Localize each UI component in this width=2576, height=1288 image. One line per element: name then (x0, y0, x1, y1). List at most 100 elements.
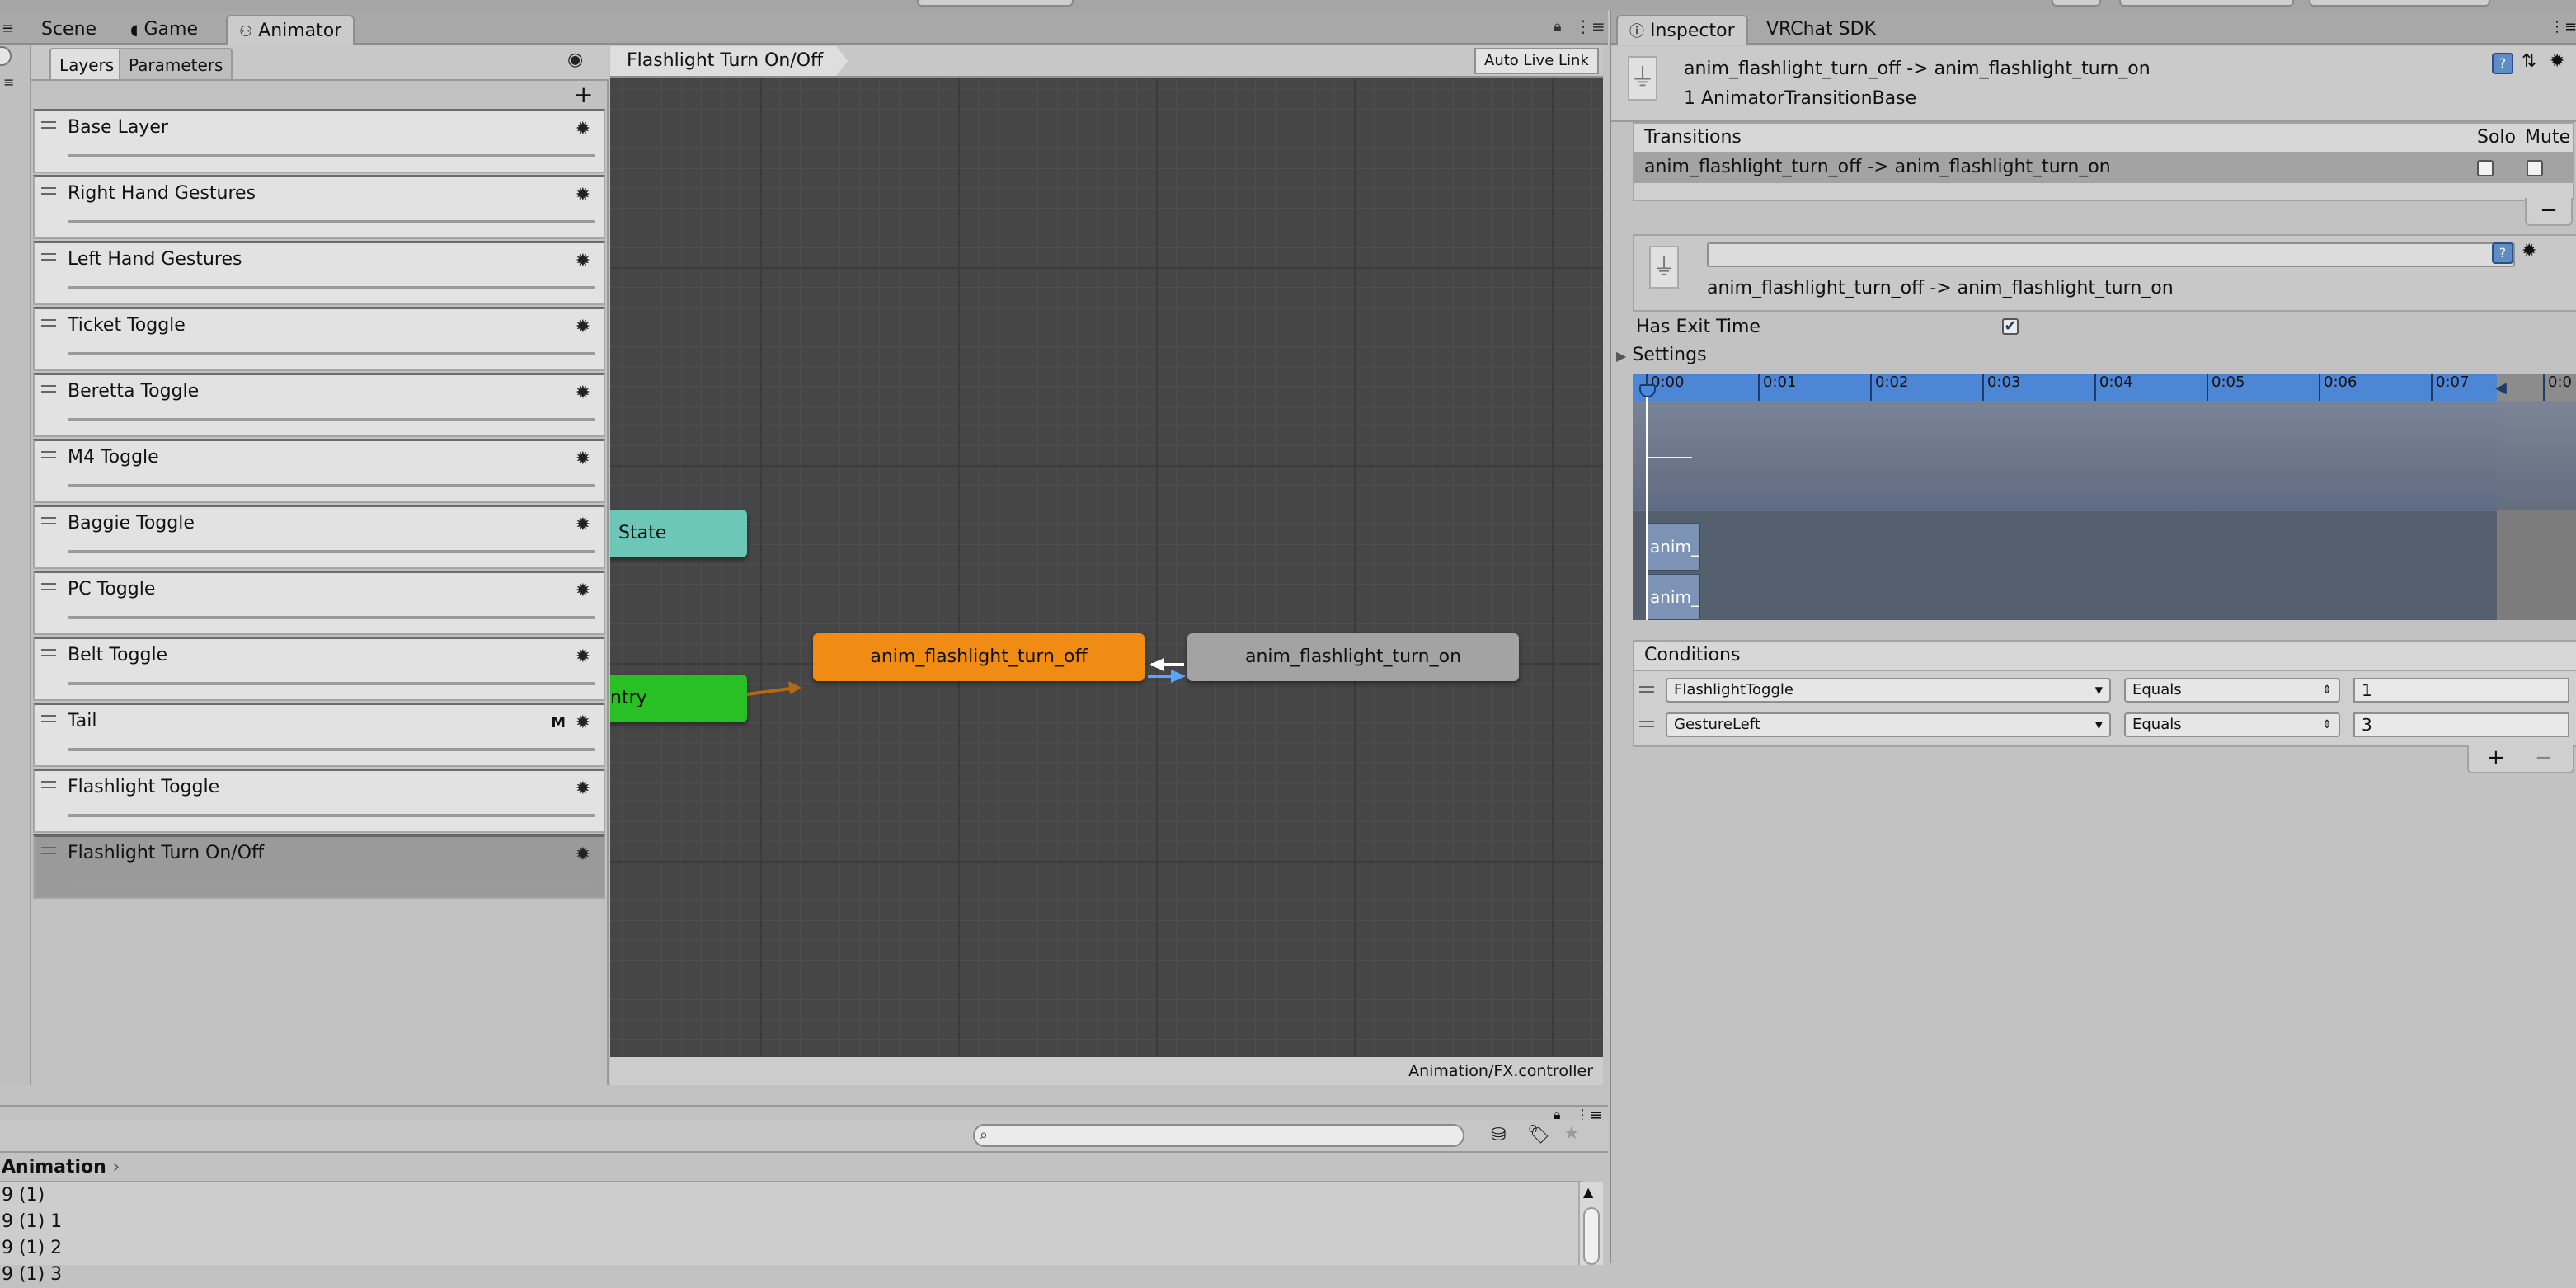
layer-item[interactable]: PC Toggle ✹ (33, 571, 605, 635)
tab-inspector[interactable]: ⓘ Inspector (1616, 15, 1748, 45)
layer-weight-bar[interactable] (68, 880, 595, 883)
condition-mode-dropdown[interactable]: Equals ⇕ (2124, 678, 2340, 703)
layer-item[interactable]: Base Layer ✹ (33, 109, 605, 173)
folder-breadcrumb[interactable]: Animation › (2, 1154, 120, 1181)
toolbar-dropdown[interactable] (2309, 0, 2490, 7)
layer-weight-bar[interactable] (68, 616, 595, 619)
eye-icon[interactable]: ◉ (567, 49, 583, 70)
preset-icon[interactable]: ⇅ (2522, 51, 2536, 72)
layer-item[interactable]: Belt Toggle ✹ (33, 637, 605, 701)
add-condition-button[interactable]: + (2487, 745, 2505, 770)
layer-item[interactable]: Right Hand Gestures ✹ (33, 175, 605, 239)
layer-item[interactable]: Left Hand Gestures ✹ (33, 241, 605, 305)
help-icon[interactable]: ? (2492, 53, 2513, 74)
tab-parameters[interactable]: Parameters (119, 48, 233, 79)
drag-handle-icon[interactable] (1639, 721, 1654, 727)
scrollbar-thumb[interactable] (1583, 1207, 1600, 1265)
layer-weight-bar[interactable] (68, 550, 595, 553)
toolbar-play-buttons[interactable] (917, 0, 1074, 7)
condition-threshold-field[interactable]: 3 (2353, 712, 2569, 737)
list-item[interactable]: 9 (1) 3 (2, 1262, 62, 1288)
condition-row[interactable]: GestureLeft ▼ Equals ⇕ 3 (1634, 707, 2576, 742)
filter-by-label-icon[interactable]: 🏷︎ (1527, 1125, 1550, 1145)
transition-name-field[interactable] (1707, 242, 2515, 267)
layer-weight-bar[interactable] (68, 484, 595, 487)
gear-icon[interactable]: ✹ (576, 647, 590, 667)
drag-handle-icon[interactable] (41, 649, 56, 656)
condition-threshold-field[interactable]: 1 (2353, 678, 2569, 703)
condition-parameter-dropdown[interactable]: FlashlightToggle ▼ (1666, 678, 2111, 703)
drag-handle-icon[interactable] (41, 715, 56, 722)
gear-icon[interactable]: ✹ (576, 383, 590, 403)
gear-icon[interactable]: ✹ (576, 317, 590, 337)
has-exit-time-checkbox[interactable]: ✔ (2002, 318, 2019, 335)
source-clip-block[interactable]: anim_ (1648, 523, 1700, 571)
layer-weight-bar[interactable] (68, 220, 595, 223)
window-menu-icon[interactable]: ⋮≡ (1575, 16, 1605, 36)
gear-icon[interactable]: ✹ (576, 713, 590, 733)
condition-mode-dropdown[interactable]: Equals ⇕ (2124, 712, 2340, 737)
tab-game[interactable]: ◖ Game (119, 15, 209, 45)
vertical-scrollbar[interactable]: ▲ (1578, 1182, 1603, 1265)
filter-by-type-icon[interactable]: ⛁ (1491, 1125, 1506, 1145)
gear-icon[interactable]: ✹ (576, 186, 590, 205)
mute-checkbox[interactable] (2527, 160, 2543, 176)
gear-icon[interactable]: ✹ (2522, 241, 2536, 261)
gear-icon[interactable]: ✹ (576, 251, 590, 271)
state-graph[interactable]: Flashlight Turn On/Off Auto Live Link St… (610, 45, 1603, 1085)
layer-weight-bar[interactable] (68, 748, 595, 751)
gear-icon[interactable]: ✹ (2550, 51, 2564, 72)
window-menu-icon[interactable]: ⋮≡ (2550, 18, 2576, 35)
lock-icon[interactable]: 🔒︎ (1554, 18, 1562, 35)
layer-weight-bar[interactable] (68, 352, 595, 355)
transition-timeline[interactable]: 0:00 0:01 0:02 0:03 0:04 0:05 0:06 0:07 0:0 anim… (1633, 374, 2576, 620)
drag-handle-icon[interactable] (41, 385, 56, 393)
gear-icon[interactable]: ✹ (576, 581, 590, 601)
list-item[interactable]: 9 (1) 1 (2, 1209, 62, 1235)
destination-clip-block[interactable]: anim_ (1648, 574, 1700, 620)
layer-weight-bar[interactable] (68, 814, 595, 817)
drag-handle-icon[interactable] (41, 781, 56, 788)
favorites-icon[interactable]: ★ (1563, 1123, 1580, 1144)
transition-row-selected[interactable]: anim_flashlight_turn_off -> anim_flashli… (1634, 153, 2573, 183)
tab-vrchat-sdk[interactable]: VRChat SDK (1755, 15, 1887, 45)
layer-item[interactable]: M4 Toggle ✹ (33, 439, 605, 503)
drag-handle-icon[interactable] (41, 583, 56, 590)
drag-handle-icon[interactable] (41, 253, 56, 261)
layer-item[interactable]: Baggie Toggle ✹ (33, 505, 605, 569)
solo-checkbox[interactable] (2477, 160, 2494, 176)
remove-transition-button[interactable]: − (2525, 198, 2573, 226)
drag-handle-icon[interactable] (41, 451, 56, 458)
layer-item[interactable]: Tail M ✹ (33, 703, 605, 767)
drag-handle-icon[interactable] (41, 187, 56, 195)
layer-weight-bar[interactable] (68, 286, 595, 289)
scroll-up-icon[interactable]: ▲ (1583, 1184, 1593, 1200)
drag-handle-icon[interactable] (41, 847, 56, 854)
circle-icon[interactable] (0, 46, 12, 66)
search-input[interactable]: ⌕ (973, 1124, 1464, 1147)
tab-layers[interactable]: Layers (49, 48, 125, 79)
drag-handle-icon[interactable] (41, 121, 56, 129)
layer-item[interactable]: Flashlight Toggle ✹ (33, 769, 605, 833)
list-icon[interactable]: ≡ (3, 74, 14, 90)
help-icon[interactable]: ? (2492, 242, 2513, 264)
gear-icon[interactable]: ✹ (576, 845, 590, 865)
gear-icon[interactable]: ✹ (576, 449, 590, 469)
drag-handle-icon[interactable] (41, 517, 56, 524)
gear-icon[interactable]: ✹ (576, 120, 590, 139)
layer-item[interactable]: Flashlight Turn On/Off ✹ (33, 834, 605, 899)
add-layer-button[interactable]: + (574, 82, 593, 107)
toolbar-dropdown[interactable] (2119, 0, 2294, 7)
layer-weight-bar[interactable] (68, 418, 595, 421)
tab-animator[interactable]: ⚇ Animator (226, 15, 355, 45)
settings-foldout[interactable]: ▶ Settings (1616, 343, 1707, 369)
list-item[interactable]: 9 (1) (2, 1182, 45, 1209)
condition-parameter-dropdown[interactable]: GestureLeft ▼ (1666, 712, 2111, 737)
toolbar-button[interactable] (2052, 0, 2101, 7)
layer-weight-bar[interactable] (68, 154, 595, 157)
list-item[interactable]: 9 (1) 2 (2, 1235, 62, 1262)
layer-item[interactable]: Beretta Toggle ✹ (33, 373, 605, 437)
layer-item[interactable]: Ticket Toggle ✹ (33, 307, 605, 371)
gear-icon[interactable]: ✹ (576, 515, 590, 535)
remove-condition-button[interactable]: − (2535, 745, 2553, 770)
